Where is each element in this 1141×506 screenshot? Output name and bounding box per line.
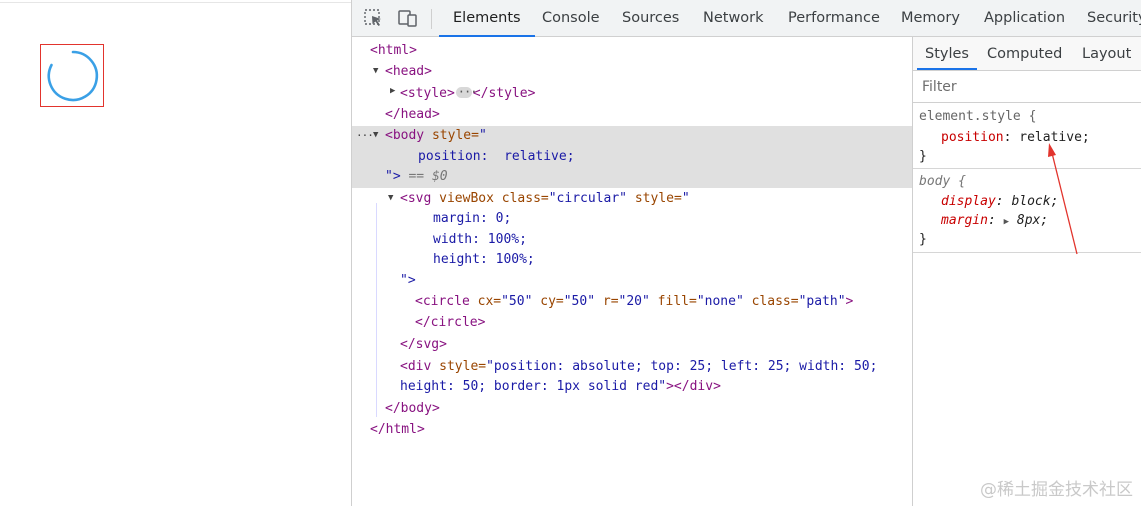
body-style-value: position: relative; xyxy=(418,149,575,164)
node-html-open[interactable]: <html> xyxy=(370,41,417,61)
devtools-tabbar: Elements Console Sources Network Perform… xyxy=(352,0,1141,37)
collapse-svg-triangle-icon[interactable]: ▼ xyxy=(388,193,393,203)
rule-body-display: display: block; xyxy=(941,194,1059,209)
devtools-panel: Elements Console Sources Network Perform… xyxy=(351,0,1141,506)
tab-sources[interactable]: Sources xyxy=(622,0,679,36)
collapsed-content-ellipsis-icon[interactable] xyxy=(455,82,476,102)
tab-network[interactable]: Network xyxy=(703,0,764,36)
elements-dom-tree: <html> ▼ <head> ▶ <style></style> </head… xyxy=(352,37,912,506)
subtab-styles-label: Styles xyxy=(925,46,969,62)
inspect-element-icon[interactable] xyxy=(364,9,384,27)
rule-element-style-position[interactable]: position: relative; xyxy=(941,128,1090,147)
loading-spinner-icon xyxy=(47,50,99,102)
subtab-computed[interactable]: Computed xyxy=(987,37,1062,70)
device-toolbar-icon[interactable] xyxy=(398,9,418,27)
collapse-body-triangle-icon[interactable]: ▼ xyxy=(373,130,378,140)
svg-style-height: height: 100%; xyxy=(433,252,535,267)
body-style-close: "> == $0 xyxy=(385,169,448,184)
tab-application[interactable]: Application xyxy=(984,0,1065,36)
rule-body-margin: margin: ▶ 8px; xyxy=(941,213,1049,228)
styles-filter-input[interactable]: Filter xyxy=(913,71,1141,103)
active-subtab-indicator xyxy=(917,68,977,70)
rule-separator xyxy=(913,252,1141,253)
watermark: @稀土掘金技术社区 xyxy=(980,480,1133,500)
rule-body-close: } xyxy=(919,232,927,247)
tab-elements-label: Elements xyxy=(453,10,521,26)
tree-guide-line xyxy=(376,203,377,417)
styles-subtabs: Styles Computed Layout xyxy=(913,37,1141,71)
subtab-styles[interactable]: Styles xyxy=(917,37,977,70)
toolbar-separator xyxy=(431,9,432,29)
node-div-open[interactable]: <div style="position: absolute; top: 25;… xyxy=(400,357,877,377)
rule-element-style-close: } xyxy=(919,149,927,164)
rule-element-style-selector: element.style { xyxy=(919,109,1037,124)
svg-style-close: "> xyxy=(400,273,416,288)
node-body-close[interactable]: </body> xyxy=(385,399,440,419)
tab-console[interactable]: Console xyxy=(542,0,600,36)
tab-performance[interactable]: Performance xyxy=(788,0,880,36)
node-body-open[interactable]: <body style=" xyxy=(385,126,487,146)
svg-style-margin: margin: 0; xyxy=(433,211,512,226)
node-style[interactable]: <style></style> xyxy=(400,82,535,104)
node-html-close[interactable]: </html> xyxy=(370,420,425,440)
node-head-open[interactable]: <head> xyxy=(385,62,432,82)
preview-divider xyxy=(0,2,351,3)
node-svg-open[interactable]: <svg viewBox class="circular" style=" xyxy=(400,189,690,209)
page-preview xyxy=(0,0,351,506)
node-div-continued[interactable]: height: 50; border: 1px solid red"></div… xyxy=(400,377,721,397)
subtab-layout[interactable]: Layout xyxy=(1082,37,1131,70)
svg-style-width: width: 100%; xyxy=(433,232,527,247)
tab-memory[interactable]: Memory xyxy=(901,0,960,36)
tab-security[interactable]: Security xyxy=(1087,0,1141,36)
node-svg-close[interactable]: </svg> xyxy=(400,335,447,355)
styles-sidebar: Styles Computed Layout Filter element.st… xyxy=(912,37,1141,506)
node-menu-dots-icon[interactable]: ··· xyxy=(356,129,374,142)
collapse-head-triangle-icon[interactable]: ▼ xyxy=(373,66,378,76)
node-circle-open[interactable]: <circle cx="50" cy="50" r="20" fill="non… xyxy=(415,292,853,312)
node-circle-close[interactable]: </circle> xyxy=(415,313,485,333)
node-head-close[interactable]: </head> xyxy=(385,105,440,125)
expand-style-triangle-icon[interactable]: ▶ xyxy=(390,86,395,96)
tab-elements[interactable]: Elements xyxy=(439,0,535,37)
rule-body-selector: body { xyxy=(919,174,966,189)
red-bordered-box xyxy=(40,44,104,107)
rule-separator xyxy=(913,168,1141,169)
